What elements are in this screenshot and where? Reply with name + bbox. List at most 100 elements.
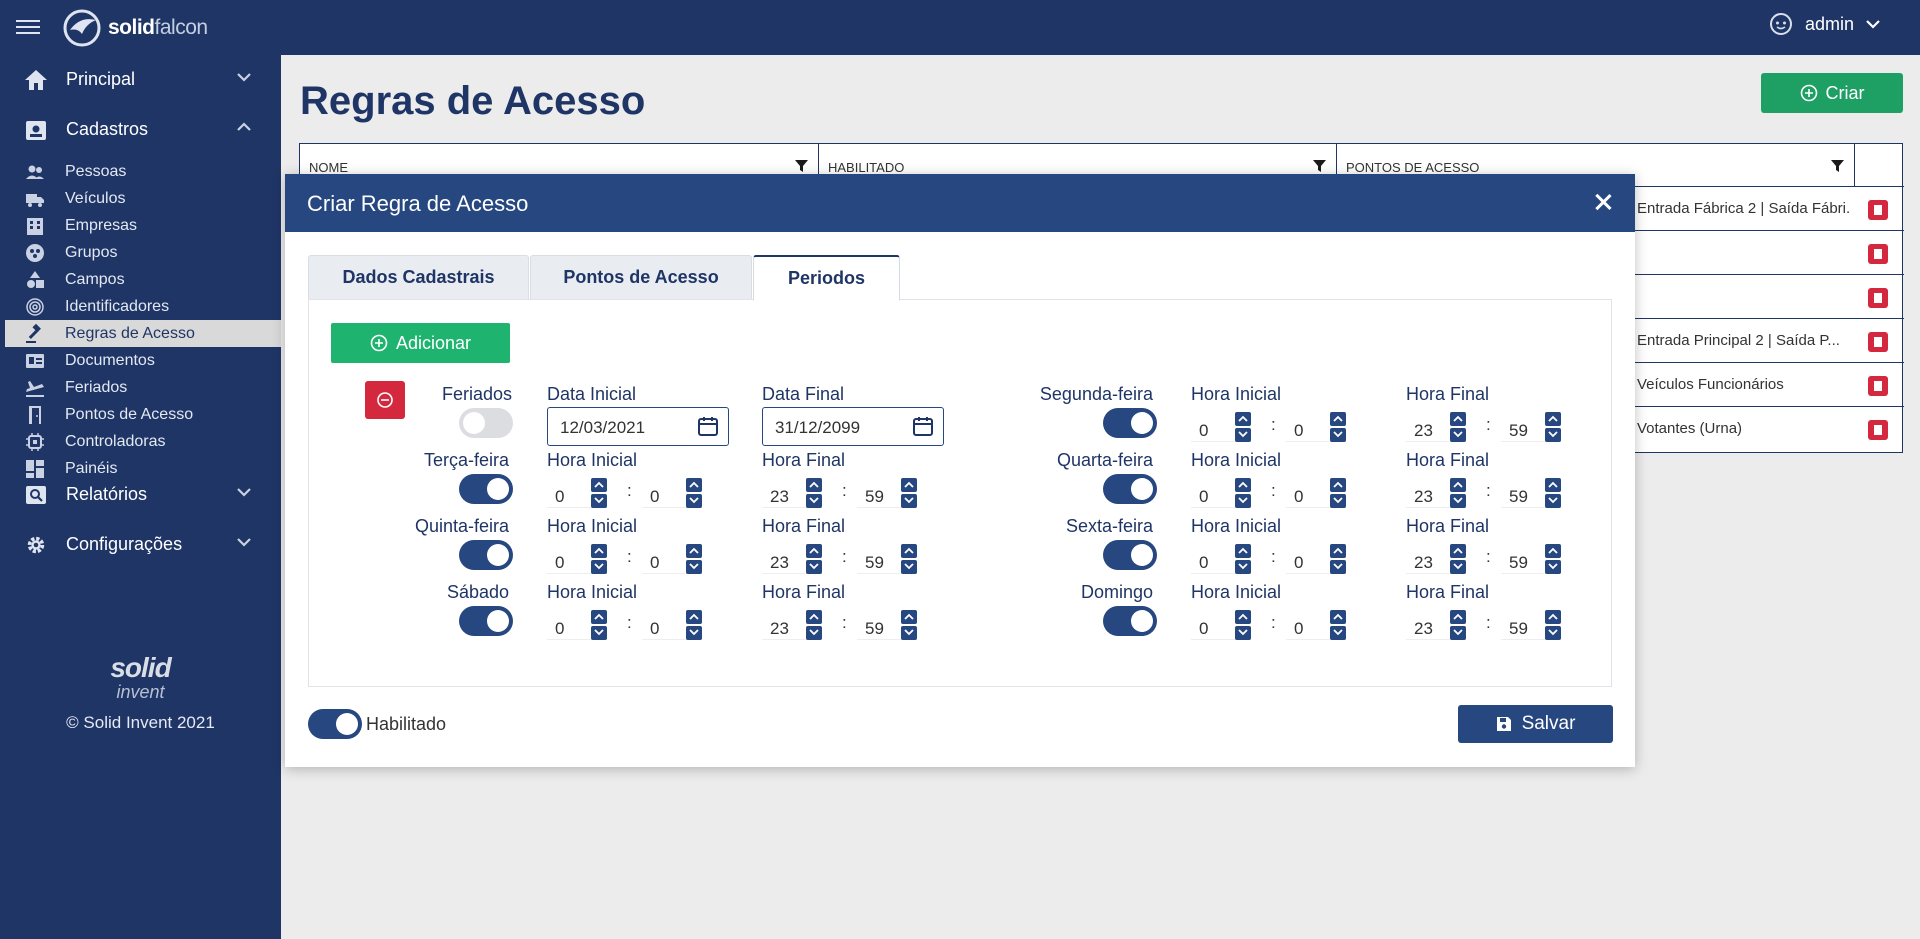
delete-icon[interactable] <box>1868 420 1888 440</box>
spin-up-icon[interactable] <box>686 610 702 624</box>
spin-up-icon[interactable] <box>1235 412 1251 426</box>
delete-icon[interactable] <box>1868 332 1888 352</box>
start-minute-input[interactable]: 0 <box>1286 412 1346 442</box>
spin-up-icon[interactable] <box>806 610 822 624</box>
sidebar-item-regras-de-acesso[interactable]: Regras de Acesso <box>5 320 281 347</box>
spin-down-icon[interactable] <box>591 560 607 574</box>
spin-down-icon[interactable] <box>686 626 702 640</box>
spin-down-icon[interactable] <box>591 494 607 508</box>
holidays-toggle[interactable] <box>459 408 513 438</box>
sidebar-group-configuracoes[interactable]: Configurações <box>0 526 281 562</box>
end-minute-input[interactable]: 59 <box>1501 610 1561 640</box>
sidebar-group-relatorios[interactable]: Relatórios <box>0 476 281 512</box>
spin-up-icon[interactable] <box>1235 610 1251 624</box>
tab-pontos-de-acesso[interactable]: Pontos de Acesso <box>530 255 752 299</box>
start-minute-input[interactable]: 0 <box>642 610 702 640</box>
spin-down-icon[interactable] <box>1330 428 1346 442</box>
filter-icon[interactable] <box>795 160 808 172</box>
start-hour-input[interactable]: 0 <box>547 610 607 640</box>
spin-down-icon[interactable] <box>1450 560 1466 574</box>
start-hour-input[interactable]: 0 <box>1191 610 1251 640</box>
filter-icon[interactable] <box>1831 160 1844 172</box>
spin-up-icon[interactable] <box>686 544 702 558</box>
spin-up-icon[interactable] <box>901 478 917 492</box>
spin-down-icon[interactable] <box>1545 494 1561 508</box>
spin-up-icon[interactable] <box>1450 412 1466 426</box>
start-hour-input[interactable]: 0 <box>1191 544 1251 574</box>
spin-up-icon[interactable] <box>1330 544 1346 558</box>
calendar-icon[interactable] <box>698 416 718 436</box>
spin-down-icon[interactable] <box>1330 626 1346 640</box>
delete-icon[interactable] <box>1868 244 1888 264</box>
spin-down-icon[interactable] <box>1545 626 1561 640</box>
start-minute-input[interactable]: 0 <box>1286 478 1346 508</box>
spin-down-icon[interactable] <box>1330 560 1346 574</box>
menu-icon[interactable] <box>16 16 40 38</box>
day-toggle-sexta-feira[interactable] <box>1103 540 1157 570</box>
spin-down-icon[interactable] <box>1450 428 1466 442</box>
enabled-toggle[interactable] <box>308 709 362 739</box>
start-minute-input[interactable]: 0 <box>642 478 702 508</box>
end-minute-input[interactable]: 59 <box>857 478 917 508</box>
day-toggle-quinta-feira[interactable] <box>459 540 513 570</box>
add-button[interactable]: Adicionar <box>331 323 510 363</box>
spin-down-icon[interactable] <box>901 494 917 508</box>
end-hour-input[interactable]: 23 <box>762 478 822 508</box>
start-hour-input[interactable]: 0 <box>547 478 607 508</box>
spin-up-icon[interactable] <box>1545 412 1561 426</box>
sidebar-item-controladoras[interactable]: Controladoras <box>5 428 281 455</box>
delete-icon[interactable] <box>1868 288 1888 308</box>
spin-up-icon[interactable] <box>1330 412 1346 426</box>
sidebar-item-feriados[interactable]: Feriados <box>5 374 281 401</box>
day-toggle-segunda-feira[interactable] <box>1103 408 1157 438</box>
start-minute-input[interactable]: 0 <box>642 544 702 574</box>
spin-up-icon[interactable] <box>901 544 917 558</box>
spin-down-icon[interactable] <box>591 626 607 640</box>
end-minute-input[interactable]: 59 <box>1501 544 1561 574</box>
delete-icon[interactable] <box>1868 200 1888 220</box>
sidebar-item-identificadores[interactable]: Identificadores <box>5 293 281 320</box>
end-minute-input[interactable]: 59 <box>857 544 917 574</box>
spin-up-icon[interactable] <box>1450 478 1466 492</box>
spin-down-icon[interactable] <box>686 494 702 508</box>
spin-up-icon[interactable] <box>1235 544 1251 558</box>
spin-up-icon[interactable] <box>686 478 702 492</box>
sidebar-group-principal[interactable]: Principal <box>0 61 281 97</box>
filter-icon[interactable] <box>1313 160 1326 172</box>
spin-down-icon[interactable] <box>806 494 822 508</box>
day-toggle-quarta-feira[interactable] <box>1103 474 1157 504</box>
day-toggle-domingo[interactable] <box>1103 606 1157 636</box>
spin-down-icon[interactable] <box>901 626 917 640</box>
sidebar-item-documentos[interactable]: Documentos <box>5 347 281 374</box>
spin-down-icon[interactable] <box>1450 494 1466 508</box>
sidebar-item-pessoas[interactable]: Pessoas <box>5 158 281 185</box>
user-menu[interactable]: admin <box>1769 12 1880 36</box>
spin-up-icon[interactable] <box>806 478 822 492</box>
spin-up-icon[interactable] <box>1545 610 1561 624</box>
spin-up-icon[interactable] <box>1330 610 1346 624</box>
day-toggle-terca-feira[interactable] <box>459 474 513 504</box>
spin-down-icon[interactable] <box>1235 428 1251 442</box>
end-minute-input[interactable]: 59 <box>857 610 917 640</box>
end-hour-input[interactable]: 23 <box>762 544 822 574</box>
start-hour-input[interactable]: 0 <box>1191 412 1251 442</box>
spin-up-icon[interactable] <box>1235 478 1251 492</box>
start-minute-input[interactable]: 0 <box>1286 610 1346 640</box>
tab-periodos[interactable]: Periodos <box>753 255 900 301</box>
save-button[interactable]: Salvar <box>1458 705 1613 743</box>
end-hour-input[interactable]: 23 <box>1406 610 1466 640</box>
delete-icon[interactable] <box>1868 376 1888 396</box>
spin-down-icon[interactable] <box>806 560 822 574</box>
end-minute-input[interactable]: 59 <box>1501 478 1561 508</box>
spin-up-icon[interactable] <box>591 610 607 624</box>
spin-up-icon[interactable] <box>1330 478 1346 492</box>
sidebar-item-veiculos[interactable]: Veículos <box>5 185 281 212</box>
end-hour-input[interactable]: 23 <box>762 610 822 640</box>
spin-down-icon[interactable] <box>1545 560 1561 574</box>
create-button[interactable]: Criar <box>1761 73 1903 113</box>
spin-down-icon[interactable] <box>901 560 917 574</box>
start-minute-input[interactable]: 0 <box>1286 544 1346 574</box>
spin-up-icon[interactable] <box>591 544 607 558</box>
end-hour-input[interactable]: 23 <box>1406 544 1466 574</box>
spin-up-icon[interactable] <box>806 544 822 558</box>
